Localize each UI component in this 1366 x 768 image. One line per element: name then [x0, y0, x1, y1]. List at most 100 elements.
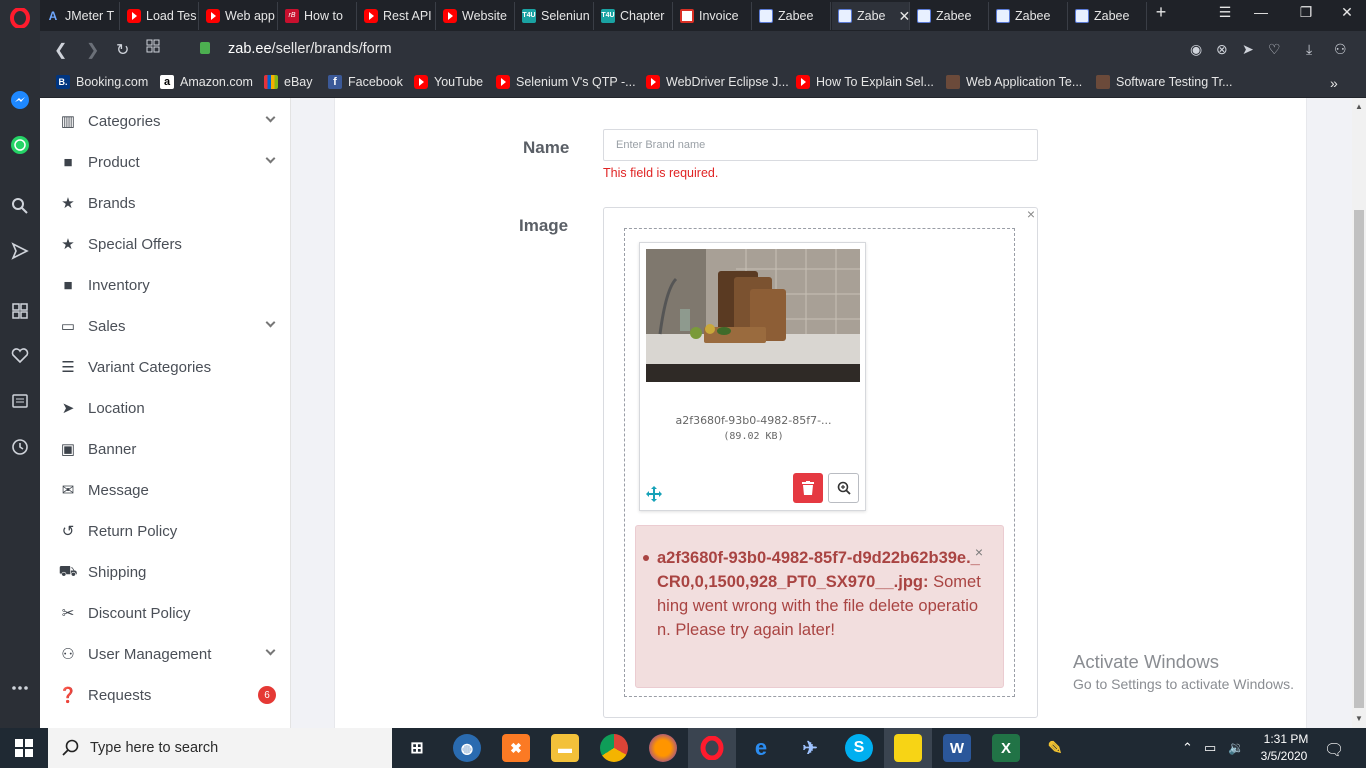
tab-invoice[interactable]: Invoice	[674, 2, 752, 30]
jet-icon[interactable]: ✈	[796, 734, 824, 762]
tab-chapter[interactable]: T4U Chapter	[595, 2, 673, 30]
brand-name-input[interactable]	[603, 129, 1038, 161]
page-scrollbar[interactable]: ▲ ▼	[1352, 98, 1366, 728]
task-view-icon[interactable]: ⊞	[403, 734, 431, 762]
speed-dial-icon[interactable]	[8, 299, 32, 323]
new-tab-plus-icon[interactable]: +	[1146, 2, 1176, 23]
profile-icon[interactable]: ⚇	[1334, 41, 1347, 58]
news-icon[interactable]	[8, 389, 32, 413]
sticky-notes-icon[interactable]	[894, 734, 922, 762]
notification-center-icon[interactable]: 🗨	[1324, 740, 1344, 760]
tab-selenium[interactable]: T4U Seleniun	[516, 2, 594, 30]
url-field[interactable]: zab.ee/seller/brands/form	[228, 41, 392, 57]
tab-rest-api[interactable]: Rest API	[358, 2, 436, 30]
tray-chevron-up-icon[interactable]: ⌃	[1182, 740, 1193, 756]
messenger-icon[interactable]	[8, 88, 32, 112]
tab-menu-icon[interactable]: ☰	[1210, 4, 1240, 21]
firefox-icon[interactable]	[649, 734, 677, 762]
bookmark-selenium-qtp[interactable]: Selenium V's QTP -...	[496, 75, 636, 89]
snapshot-camera-icon[interactable]: ◉	[1190, 41, 1202, 58]
tabs-grid-icon[interactable]	[146, 39, 160, 58]
windows-start-button[interactable]	[0, 728, 48, 768]
minimize-icon[interactable]: —	[1246, 4, 1276, 20]
heart-icon[interactable]	[8, 344, 32, 368]
sidebar-item-inventory[interactable]: ■ Inventory	[58, 270, 278, 300]
sidebar-item-special-offers[interactable]: ★ Special Offers	[58, 229, 278, 259]
tab-web-app[interactable]: Web app	[200, 2, 278, 30]
scroll-down-icon[interactable]: ▼	[1355, 714, 1363, 723]
back-icon[interactable]: ❮	[54, 40, 67, 60]
tab-zabee-4[interactable]: Zabee	[990, 2, 1068, 30]
close-window-icon[interactable]: ✕	[1332, 4, 1362, 21]
sidebar-item-discount-policy[interactable]: ✂ Discount Policy	[58, 598, 278, 628]
bookmark-amazon[interactable]: a Amazon.com	[160, 75, 253, 89]
file-explorer-icon[interactable]: ▬	[551, 734, 579, 762]
move-arrows-icon[interactable]	[645, 485, 663, 503]
xampp-icon[interactable]: ✖	[502, 734, 530, 762]
edge-icon[interactable]: e	[747, 734, 775, 762]
bookmark-youtube[interactable]: YouTube	[414, 75, 483, 89]
bookmark-web-application[interactable]: Web Application Te...	[946, 75, 1082, 89]
history-clock-icon[interactable]	[8, 435, 32, 459]
youtube-icon	[127, 9, 141, 23]
tab-how-to[interactable]: rB How to	[279, 2, 357, 30]
sidebar-item-banner[interactable]: ▣ Banner	[58, 434, 278, 464]
sidebar-item-variant-categories[interactable]: ☰ Variant Categories	[58, 352, 278, 382]
tab-jmeter[interactable]: A JMeter T	[40, 2, 120, 30]
dropzone[interactable]: a2f3680f-93b0-4982-85f7-... (89.02 KB) ×…	[624, 228, 1015, 697]
network-icon[interactable]: ▭	[1204, 740, 1216, 756]
taskbar-date[interactable]: 3/5/2020	[1254, 749, 1314, 763]
taskbar-search-box[interactable]: Type here to search	[48, 728, 392, 768]
tab-zabee-1[interactable]: Zabee	[753, 2, 831, 30]
taskbar-time[interactable]: 1:31 PM	[1258, 732, 1314, 746]
sidebar-item-return-policy[interactable]: ↺ Return Policy	[58, 516, 278, 546]
bookmark-booking[interactable]: B. Booking.com	[56, 75, 148, 89]
sidebar-item-sales[interactable]: ▭ Sales	[58, 311, 278, 341]
delete-file-button[interactable]	[793, 473, 823, 503]
scrollbar-thumb[interactable]	[1354, 210, 1364, 708]
reload-icon[interactable]: ↻	[116, 40, 129, 60]
search-icon[interactable]	[8, 194, 32, 218]
sidebar-item-user-management[interactable]: ⚇ User Management	[58, 639, 278, 669]
bookmark-software-testing[interactable]: Software Testing Tr...	[1096, 75, 1233, 89]
forward-icon[interactable]: ❯	[86, 40, 99, 60]
tab-website[interactable]: Website	[437, 2, 515, 30]
close-tab-icon[interactable]: ✕	[899, 8, 910, 25]
send-icon[interactable]	[8, 239, 32, 263]
skype-icon[interactable]: S	[845, 734, 873, 762]
sidebar-item-categories[interactable]: ▥ Categories	[58, 106, 278, 136]
opera-icon[interactable]	[698, 734, 726, 762]
volume-icon[interactable]: 🔉	[1228, 740, 1244, 756]
sidebar-item-message[interactable]: ✉ Message	[58, 475, 278, 505]
network-globe-icon[interactable]: ◍	[453, 734, 481, 762]
tab-zabee-active[interactable]: Zabe ✕	[832, 2, 910, 30]
word-icon[interactable]: W	[943, 734, 971, 762]
bookmarks-overflow-icon[interactable]: »	[1330, 75, 1338, 91]
close-icon[interactable]: ×	[1027, 206, 1035, 222]
sidebar-item-brands[interactable]: ★ Brands	[58, 188, 278, 218]
bookmark-webdriver-eclipse[interactable]: WebDriver Eclipse J...	[646, 75, 789, 89]
more-options-icon[interactable]	[8, 676, 32, 700]
opera-logo-icon[interactable]	[8, 6, 32, 30]
bookmark-ebay[interactable]: eBay	[264, 75, 313, 89]
paint-icon[interactable]: ✎	[1041, 734, 1069, 762]
restore-icon[interactable]: ❐	[1291, 4, 1321, 21]
bookmark-heart-icon[interactable]: ♡	[1268, 41, 1281, 58]
tab-load-test[interactable]: Load Tes	[121, 2, 199, 30]
download-icon[interactable]: ⤓	[1306, 41, 1312, 58]
send-icon[interactable]: ➤	[1242, 41, 1254, 58]
sidebar-item-shipping[interactable]: ⛟ Shipping	[58, 557, 278, 587]
whatsapp-icon[interactable]	[8, 133, 32, 157]
chrome-icon[interactable]	[600, 734, 628, 762]
scroll-up-icon[interactable]: ▲	[1355, 102, 1363, 111]
tab-zabee-5[interactable]: Zabee	[1069, 2, 1147, 30]
bookmark-how-to-explain[interactable]: How To Explain Sel...	[796, 75, 934, 89]
excel-icon[interactable]: X	[992, 734, 1020, 762]
sidebar-item-requests[interactable]: ❓ Requests 6	[58, 680, 278, 710]
adblock-icon[interactable]: ⊗	[1216, 41, 1228, 58]
bookmark-facebook[interactable]: f Facebook	[328, 75, 403, 89]
zoom-preview-button[interactable]	[828, 473, 859, 503]
tab-zabee-3[interactable]: Zabee	[911, 2, 989, 30]
sidebar-item-location[interactable]: ➤ Location	[58, 393, 278, 423]
sidebar-item-product[interactable]: ■ Product	[58, 147, 278, 177]
